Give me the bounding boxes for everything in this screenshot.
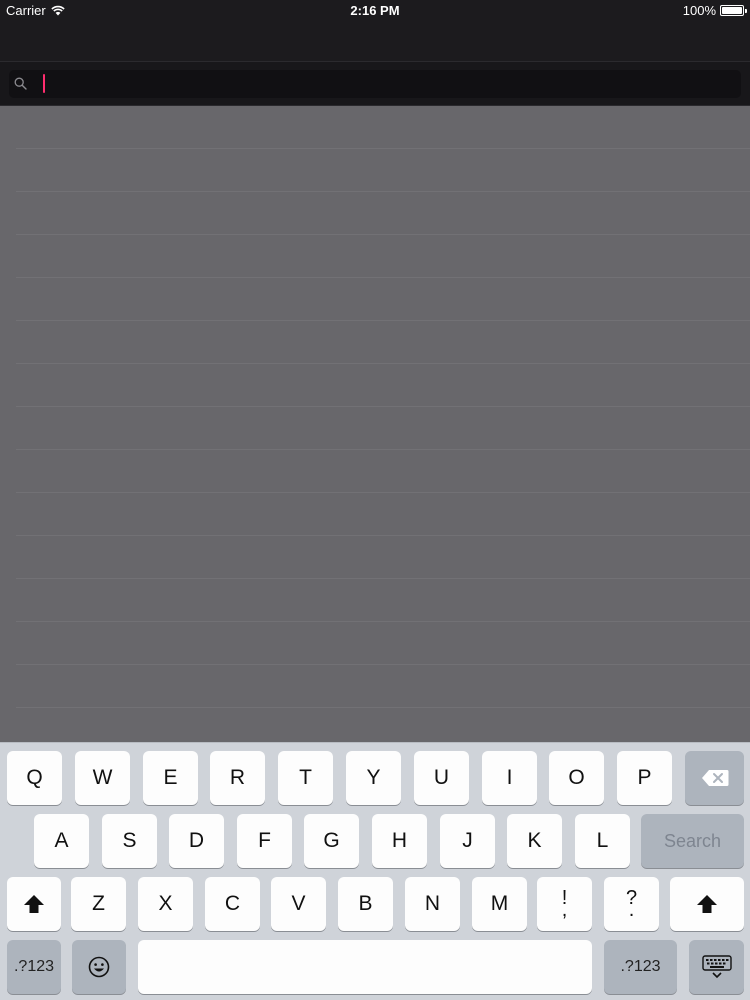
exclamation-comma-key[interactable]: ! ,: [537, 877, 592, 931]
list-row-separator: [16, 148, 750, 149]
key-x[interactable]: X: [138, 877, 193, 931]
key-z[interactable]: Z: [71, 877, 126, 931]
shift-right-key[interactable]: [670, 877, 744, 931]
list-row-separator: [16, 449, 750, 450]
battery-percent: 100%: [682, 3, 716, 18]
list-row-separator: [16, 621, 750, 622]
shift-left-key[interactable]: [7, 877, 61, 931]
key-p[interactable]: P: [617, 751, 672, 805]
list-row-separator: [16, 320, 750, 321]
key-h[interactable]: H: [372, 814, 427, 868]
shift-icon: [697, 895, 717, 913]
backspace-key[interactable]: [685, 751, 744, 805]
space-bar[interactable]: [138, 940, 592, 994]
list-row-separator: [16, 406, 750, 407]
results-list[interactable]: [0, 106, 750, 742]
battery-icon: [720, 5, 747, 16]
search-field[interactable]: [9, 70, 741, 98]
key-c[interactable]: C: [205, 877, 260, 931]
list-row-separator: [16, 234, 750, 235]
key-m[interactable]: M: [472, 877, 527, 931]
search-bar: [0, 62, 750, 106]
keyboard-dismiss-icon: [701, 955, 732, 979]
emoji-key[interactable]: [72, 940, 126, 994]
key-v[interactable]: V: [271, 877, 326, 931]
question-period-key[interactable]: ? .: [604, 877, 659, 931]
comma-label: ,: [561, 899, 568, 921]
search-key[interactable]: Search: [641, 814, 744, 868]
key-k[interactable]: K: [507, 814, 562, 868]
shift-icon: [24, 895, 44, 913]
key-j[interactable]: J: [440, 814, 495, 868]
status-right: 100%: [682, 3, 747, 18]
backspace-icon: [701, 770, 728, 786]
key-s[interactable]: S: [102, 814, 157, 868]
list-row-separator: [16, 492, 750, 493]
key-q[interactable]: Q: [7, 751, 62, 805]
key-n[interactable]: N: [405, 877, 460, 931]
key-d[interactable]: D: [169, 814, 224, 868]
key-e[interactable]: E: [143, 751, 198, 805]
search-input[interactable]: [33, 74, 733, 94]
key-i[interactable]: I: [482, 751, 537, 805]
key-b[interactable]: B: [338, 877, 393, 931]
keyboard: Search ! , ? . .?123 .?123 Q W E R T Y U…: [0, 742, 750, 1000]
key-o[interactable]: O: [549, 751, 604, 805]
key-g[interactable]: G: [304, 814, 359, 868]
list-row-separator: [16, 578, 750, 579]
list-row-separator: [16, 707, 750, 708]
numbers-key-left[interactable]: .?123: [7, 940, 61, 994]
navigation-bar: [0, 20, 750, 62]
list-row-separator: [16, 277, 750, 278]
key-u[interactable]: U: [414, 751, 469, 805]
list-row-separator: [16, 535, 750, 536]
period-label: .: [628, 899, 635, 921]
list-row-separator: [16, 664, 750, 665]
key-w[interactable]: W: [75, 751, 130, 805]
key-r[interactable]: R: [210, 751, 265, 805]
numbers-key-right[interactable]: .?123: [604, 940, 677, 994]
keyboard-dismiss-key[interactable]: [689, 940, 744, 994]
key-l[interactable]: L: [575, 814, 630, 868]
key-t[interactable]: T: [278, 751, 333, 805]
search-icon: [14, 77, 27, 90]
status-bar: Carrier 2:16 PM 100%: [0, 0, 750, 20]
list-row-separator: [16, 191, 750, 192]
key-f[interactable]: F: [237, 814, 292, 868]
key-a[interactable]: A: [34, 814, 89, 868]
list-row-separator: [16, 363, 750, 364]
status-time: 2:16 PM: [350, 3, 400, 18]
emoji-icon: [88, 956, 110, 978]
key-y[interactable]: Y: [346, 751, 401, 805]
text-cursor: [43, 74, 45, 93]
